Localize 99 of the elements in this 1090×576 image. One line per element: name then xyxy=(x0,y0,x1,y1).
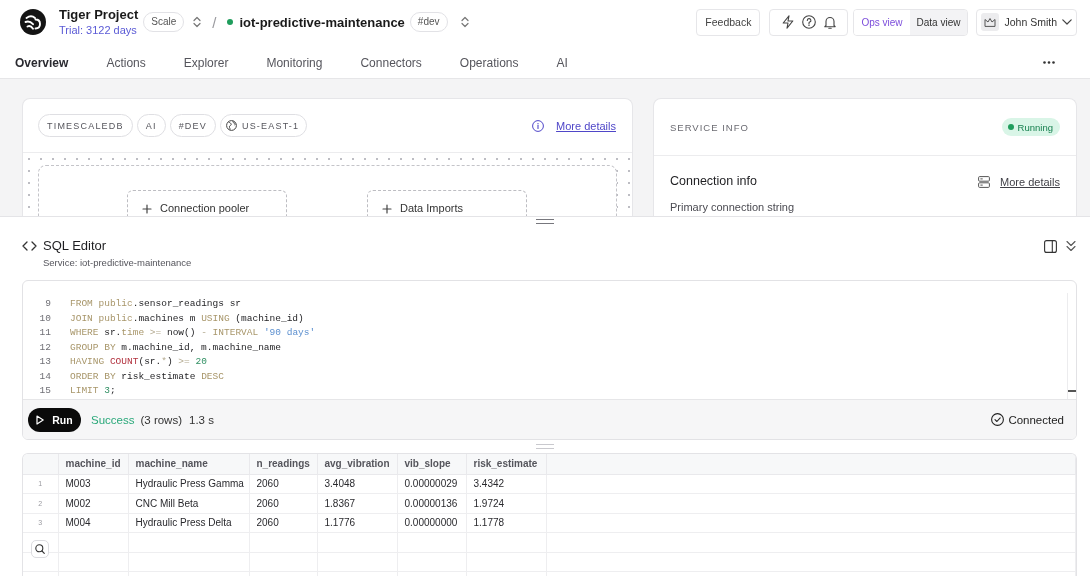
breadcrumb-separator: / xyxy=(212,13,217,31)
service-name[interactable]: iot-predictive-maintenance xyxy=(239,14,405,30)
table-cell: Hydraulic Press Gamma xyxy=(128,474,249,494)
view-tab[interactable]: Data view xyxy=(909,9,968,35)
table-cell: 2060 xyxy=(249,513,317,533)
scrollbar[interactable] xyxy=(1067,293,1076,399)
run-status: Success xyxy=(91,413,135,426)
nav-tab[interactable]: Overview xyxy=(15,55,69,70)
table-cell: 0.00000000 xyxy=(397,513,466,533)
section-heading: Connection info xyxy=(670,174,757,189)
table-cell: 1.9724 xyxy=(466,493,546,513)
code-line: WHERE sr.time >= now() - INTERVAL '90 days' xyxy=(70,326,316,340)
updown-chevron-icon[interactable] xyxy=(460,16,469,28)
nav-tab[interactable]: Actions xyxy=(106,55,146,70)
line-number: 10 xyxy=(38,311,51,326)
server-icon xyxy=(978,175,991,188)
table-cell: 0.00000029 xyxy=(397,474,466,494)
notifications-button[interactable] xyxy=(824,15,837,29)
table-cell: 1.1776 xyxy=(317,513,397,533)
duration: 1.3 s xyxy=(189,413,214,426)
user-menu-button[interactable]: John Smith xyxy=(976,8,1077,36)
status-dot-icon xyxy=(1007,124,1014,130)
logo-icon xyxy=(20,9,46,35)
crown-icon xyxy=(981,13,1000,31)
connection-status: Connected xyxy=(1008,413,1064,426)
column-header[interactable]: machine_id xyxy=(58,454,128,474)
globe-icon xyxy=(225,120,237,131)
panel-layout-icon xyxy=(1044,239,1057,253)
line-number: 14 xyxy=(38,369,51,384)
run-button[interactable]: Run xyxy=(28,407,81,432)
trial-label: Trial: 3122 days xyxy=(59,23,138,37)
nav-tab[interactable]: Connectors xyxy=(360,55,422,70)
add-node-button[interactable]: Connection pooler xyxy=(127,190,287,216)
panel-subtitle: Service: iot-predictive-maintenance xyxy=(43,257,193,268)
more-details-link[interactable]: More details xyxy=(556,119,616,132)
table-cell: 1.8367 xyxy=(317,493,397,513)
check-circle-icon xyxy=(991,413,1005,426)
line-number: 12 xyxy=(38,340,51,355)
add-node-button[interactable]: Data Imports xyxy=(367,190,527,216)
lightning-icon xyxy=(782,15,795,29)
collapse-button[interactable] xyxy=(1066,240,1076,252)
field-label: Primary connection string xyxy=(670,201,796,214)
nav-tab[interactable]: Operations xyxy=(459,55,519,70)
table-cell: CNC Mill Beta xyxy=(128,493,249,513)
scrollbar-thumb[interactable] xyxy=(1068,390,1076,392)
code-line: FROM public.sensor_readings sr xyxy=(70,297,242,311)
chevron-down-icon xyxy=(1062,19,1072,25)
double-chevron-down-icon xyxy=(1066,240,1076,252)
updown-chevron-icon[interactable] xyxy=(193,16,202,28)
row-count: (3 rows) xyxy=(140,413,182,426)
code-icon xyxy=(22,240,37,251)
plus-icon xyxy=(382,203,392,214)
table-cell: 2060 xyxy=(249,474,317,494)
help-button[interactable] xyxy=(802,15,817,29)
search-icon xyxy=(35,544,45,554)
table-cell: M003 xyxy=(58,474,128,494)
line-number: 13 xyxy=(38,355,51,369)
help-icon xyxy=(802,15,817,29)
column-header[interactable]: n_readings xyxy=(249,454,317,474)
table-cell: 0.00000136 xyxy=(397,493,466,513)
feedback-button[interactable]: Feedback xyxy=(696,8,761,36)
code-line: JOIN public.machines m USING (machine_id) xyxy=(70,311,304,326)
table-cell: Hydraulic Press Delta xyxy=(128,513,249,533)
lightning-button[interactable] xyxy=(782,15,795,29)
line-number: 15 xyxy=(38,384,51,398)
nav-tab[interactable]: Monitoring xyxy=(266,55,323,70)
code-line: ORDER BY risk_estimate DESC xyxy=(70,369,224,384)
bell-icon xyxy=(824,15,837,29)
column-header[interactable]: machine_name xyxy=(128,454,249,474)
column-header[interactable]: risk_estimate xyxy=(466,454,546,474)
code-line: LIMIT 3; xyxy=(70,384,116,398)
nav-tab[interactable]: Explorer xyxy=(183,55,229,70)
column-header[interactable]: avg_vibration xyxy=(317,454,397,474)
line-number: 11 xyxy=(38,326,51,340)
code-line: GROUP BY m.machine_id, m.machine_name xyxy=(70,340,281,355)
resize-handle[interactable] xyxy=(536,444,554,449)
panel-title: SQL Editor xyxy=(43,238,107,253)
more-icon[interactable] xyxy=(1043,61,1055,64)
column-header[interactable]: vib_slope xyxy=(397,454,466,474)
nav-tab[interactable]: AI xyxy=(556,55,568,70)
region-label: US-EAST-1 xyxy=(241,120,300,131)
table-cell: M002 xyxy=(58,493,128,513)
code-line: HAVING COUNT(sr.*) >= 20 xyxy=(70,355,207,369)
resize-handle[interactable] xyxy=(536,218,554,224)
project-name: Tiger Project xyxy=(59,7,139,23)
table-cell: 2060 xyxy=(249,493,317,513)
table-cell: 1.1778 xyxy=(466,513,546,533)
table-cell: 3.4342 xyxy=(466,474,546,494)
section-title: SERVICE INFO xyxy=(670,121,749,133)
table-cell: M004 xyxy=(58,513,128,533)
plus-icon xyxy=(142,203,152,214)
table-cell: 3.4048 xyxy=(317,474,397,494)
layout-toggle-button[interactable] xyxy=(1044,239,1057,253)
status-text: Running xyxy=(1017,121,1053,133)
play-icon xyxy=(36,414,45,425)
line-number: 9 xyxy=(44,297,51,311)
info-icon xyxy=(532,119,545,132)
more-details-link[interactable]: More details xyxy=(1000,175,1060,188)
search-button[interactable] xyxy=(31,540,49,558)
